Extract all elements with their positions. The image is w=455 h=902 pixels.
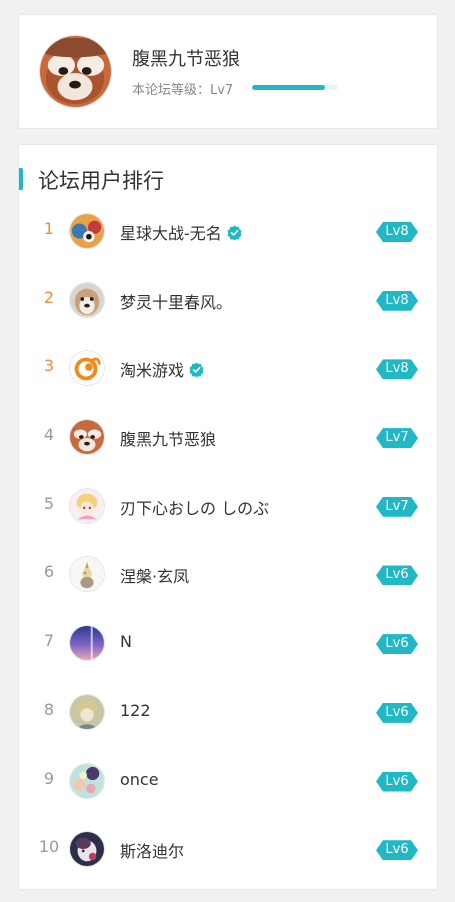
section-header: 论坛用户排行 [19, 164, 319, 194]
verified-icon [227, 224, 242, 240]
user-name-text[interactable]: 梦灵十里春风。 [120, 289, 232, 313]
user-name[interactable]: 斯洛迪尔 [120, 838, 184, 862]
user-avatar[interactable] [69, 831, 105, 868]
user-avatar[interactable] [69, 556, 105, 593]
ranking-row[interactable]: 6 涅槃·玄凤 Lv6 [19, 540, 437, 609]
user-name-text[interactable]: 淘米游戏 [120, 357, 184, 381]
profile-avatar[interactable] [39, 35, 112, 108]
red-panda-avatar-icon [70, 420, 104, 455]
user-name-text[interactable]: 刃下心おしの しのぶ [120, 495, 269, 519]
level-badge: Lv8 [376, 222, 418, 242]
flowers-avatar-icon [70, 763, 104, 798]
user-avatar[interactable] [69, 419, 105, 456]
user-name[interactable]: 梦灵十里春风。 [120, 289, 232, 313]
level-badge: Lv6 [376, 565, 418, 586]
section-accent-bar [19, 168, 23, 190]
taomee-logo-icon [70, 351, 104, 386]
user-name[interactable]: 腹黑九节恶狼 [120, 426, 216, 450]
ranking-row[interactable]: 7 N Lv6 [19, 609, 437, 678]
level-badge: Lv8 [376, 290, 418, 311]
user-name-text[interactable]: 122 [120, 701, 151, 720]
section-title: 论坛用户排行 [38, 169, 164, 193]
ranking-row[interactable]: 4 腹黑九节恶狼 Lv7 [19, 403, 437, 472]
user-name-text[interactable]: 星球大战-无名 [120, 220, 222, 244]
user-name-text[interactable]: 斯洛迪尔 [120, 838, 184, 862]
user-name[interactable]: 星球大战-无名 [120, 220, 242, 244]
level-badge: Lv6 [376, 840, 418, 861]
level-badge: Lv6 [376, 702, 418, 723]
dark-anime-avatar-icon [70, 832, 104, 867]
level-badge: Lv7 [376, 428, 418, 449]
ranking-card: 论坛用户排行 1 星球大战-无名 Lv8 2 梦灵十里春风。 Lv8 3 淘米游… [18, 144, 438, 890]
user-name[interactable]: N [120, 632, 132, 651]
ranking-row[interactable]: 10 斯洛迪尔 Lv6 [19, 815, 437, 884]
sky-avatar-icon [70, 626, 104, 661]
user-avatar[interactable] [69, 625, 105, 662]
ranking-list: 1 星球大战-无名 Lv8 2 梦灵十里春风。 Lv8 3 淘米游戏 Lv8 4… [19, 197, 437, 884]
anime-girl-avatar-icon [70, 488, 104, 523]
profile-card: 腹黑九节恶狼 本论坛等级：Lv7 [18, 14, 438, 129]
user-name-text[interactable]: N [120, 632, 132, 651]
level-badge: Lv7 [376, 496, 418, 517]
user-name-text[interactable]: once [120, 770, 159, 789]
user-avatar[interactable] [69, 350, 105, 387]
user-avatar[interactable] [69, 487, 105, 524]
verified-icon [189, 362, 204, 377]
profile-username[interactable]: 腹黑九节恶狼 [132, 45, 240, 71]
ranking-row[interactable]: 3 淘米游戏 Lv8 [19, 334, 437, 403]
ranking-row[interactable]: 5 刃下心おしの しのぶ Lv7 [19, 472, 437, 541]
user-name-text[interactable]: 涅槃·玄凤 [120, 563, 189, 587]
user-name[interactable]: 涅槃·玄凤 [120, 563, 189, 587]
level-badge: Lv8 [376, 359, 418, 380]
ranking-row[interactable]: 8 122 Lv6 [19, 678, 437, 747]
user-name[interactable]: 刃下心おしの しのぶ [120, 495, 269, 519]
level-progress-bar [252, 85, 338, 90]
cockatiel-avatar-icon [70, 557, 104, 592]
level-badge: Lv6 [376, 771, 418, 792]
ranking-row[interactable]: 9 once Lv6 [19, 747, 437, 816]
user-avatar[interactable] [69, 281, 105, 318]
anime-character-avatar-icon [70, 694, 104, 729]
level-progress-fill [252, 85, 326, 90]
user-name[interactable]: once [120, 770, 159, 789]
level-badge: Lv6 [376, 634, 418, 655]
star-wars-avatar-icon [70, 214, 104, 248]
ranking-row[interactable]: 2 梦灵十里春风。 Lv8 [19, 266, 437, 335]
user-avatar[interactable] [69, 693, 105, 730]
profile-level-text: 本论坛等级：Lv7 [132, 83, 234, 98]
ranking-row[interactable]: 1 星球大战-无名 Lv8 [19, 197, 437, 266]
user-name[interactable]: 淘米游戏 [120, 357, 204, 381]
user-avatar[interactable] [69, 213, 105, 249]
user-avatar[interactable] [69, 762, 105, 799]
user-name[interactable]: 122 [120, 701, 151, 720]
user-name-text[interactable]: 腹黑九节恶狼 [120, 426, 216, 450]
dog-avatar-icon [70, 282, 104, 317]
red-panda-avatar-icon [40, 36, 111, 107]
